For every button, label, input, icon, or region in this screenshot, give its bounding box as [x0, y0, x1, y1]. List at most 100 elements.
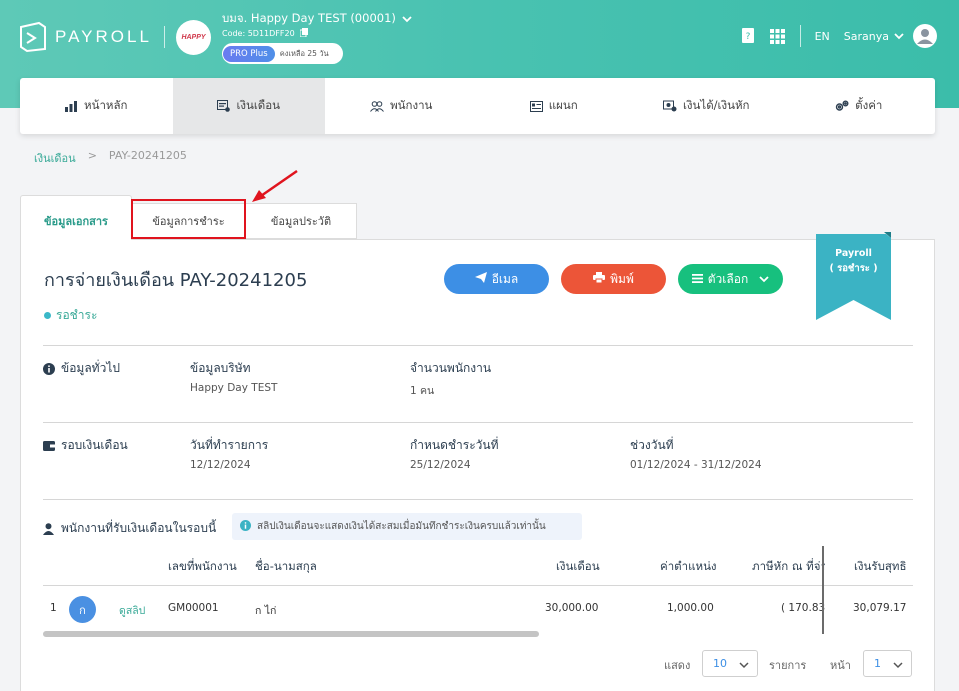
- payroll-period-label: รอบเงินเดือน: [43, 436, 128, 455]
- tab-history[interactable]: ข้อมูลประวัติ: [245, 203, 357, 239]
- breadcrumb-parent[interactable]: เงินเดือน: [34, 149, 76, 167]
- transaction-date-value: 12/12/2024: [190, 459, 251, 471]
- manual-book-icon[interactable]: ?: [740, 28, 756, 44]
- chevron-down-icon: [894, 30, 904, 43]
- nav-item-department[interactable]: แผนก: [478, 78, 631, 134]
- due-date-label: กำหนดชำระวันที่: [410, 438, 499, 452]
- apps-grid-icon[interactable]: [770, 28, 786, 44]
- status-badge: รอชำระ: [44, 306, 97, 325]
- employee-name: ก ไก่: [255, 605, 277, 617]
- employees-section-label: พนักงานที่รับเงินเดือนในรอบนี้: [43, 519, 216, 538]
- menu-icon: [691, 272, 703, 286]
- company-logo-text: HAPPY: [181, 34, 206, 41]
- nav-label: ตั้งค่า: [855, 98, 883, 112]
- document-card: การจ่ายเงินเดือน PAY-20241205 รอชำระ อีเ…: [20, 232, 935, 691]
- page-label: หน้า: [830, 659, 851, 672]
- header-right: ? EN Saranya: [726, 24, 937, 48]
- email-label: อีเมล: [491, 271, 519, 286]
- breadcrumb-current: PAY-20241205: [108, 149, 187, 162]
- nav-item-home[interactable]: หน้าหลัก: [20, 78, 173, 134]
- ribbon-status: ( รอชำระ ): [829, 263, 878, 274]
- company-name: บมจ. Happy Day TEST (00001): [222, 11, 396, 25]
- general-info-label: ข้อมูลทั่วไป: [43, 359, 120, 378]
- nav-item-income-deduction[interactable]: เงินได้/เงินหัก: [630, 78, 783, 134]
- net-pay-value: 30,079.17: [853, 602, 907, 614]
- header-divider: [799, 25, 801, 47]
- chevron-down-icon: [893, 659, 903, 672]
- print-label: พิมพ์: [610, 271, 634, 286]
- table-header-divider: [43, 585, 913, 586]
- position-pay-value: 1,000.00: [667, 602, 714, 614]
- payroll-icon: [217, 100, 231, 112]
- column-header-emp-no[interactable]: เลขที่พนักงาน: [168, 558, 237, 576]
- options-button[interactable]: ตัวเลือก: [678, 264, 783, 294]
- frozen-column-divider: [822, 546, 824, 634]
- plan-pill: PRO Plus คงเหลือ 25 วัน: [222, 43, 343, 64]
- breadcrumb: เงินเดือน > PAY-20241205: [34, 149, 187, 167]
- payroll-period-text: รอบเงินเดือน: [61, 438, 128, 452]
- view-slip-link[interactable]: ดูสลิป: [119, 602, 145, 619]
- tab-document-info[interactable]: ข้อมูลเอกสาร: [20, 195, 132, 240]
- employee-count-label: จำนวนพนักงาน: [410, 361, 492, 375]
- transaction-date-label: วันที่ทำรายการ: [190, 438, 269, 452]
- nav-label: พนักงาน: [390, 98, 433, 112]
- company-info-value: Happy Day TEST: [190, 382, 278, 394]
- chevron-down-icon: [402, 12, 412, 26]
- chevron-down-icon: [759, 272, 769, 286]
- employee-count-value: 1 คน: [410, 385, 435, 397]
- employees-section-text: พนักงานที่รับเงินเดือนในรอบนี้: [61, 521, 217, 535]
- wallet-icon: [43, 440, 55, 452]
- info-note-text: สลิปเงินเดือนจะแสดงเงินได้สะสมเมื่อมันทึ…: [257, 521, 546, 532]
- copy-icon[interactable]: [299, 28, 308, 39]
- nav-label: เงินได้/เงินหัก: [683, 98, 750, 112]
- column-header-salary[interactable]: เงินเดือน: [556, 558, 600, 576]
- user-avatar[interactable]: [913, 24, 937, 48]
- gears-icon: [835, 100, 849, 112]
- page-value: 1: [874, 657, 881, 670]
- options-label: ตัวเลือก: [707, 271, 749, 286]
- items-label: รายการ: [769, 659, 807, 672]
- bar-chart-icon: [65, 100, 78, 112]
- nav-label: เงินเดือน: [236, 98, 281, 112]
- horizontal-scrollbar[interactable]: [43, 631, 539, 637]
- company-code: Code: 5D11DFF20: [222, 28, 308, 39]
- page-select[interactable]: 1: [863, 650, 912, 677]
- nav-item-employees[interactable]: พนักงาน: [325, 78, 478, 134]
- user-menu[interactable]: Saranya: [844, 30, 904, 43]
- company-switcher[interactable]: บมจ. Happy Day TEST (00001): [222, 10, 412, 28]
- status-text: รอชำระ: [56, 308, 98, 322]
- ribbon-title: Payroll: [835, 248, 872, 259]
- email-button[interactable]: อีเมล: [444, 264, 549, 294]
- column-header-position-pay[interactable]: ค่าตำแหน่ง: [660, 558, 717, 576]
- row-index: 1: [50, 602, 57, 614]
- send-icon: [474, 272, 487, 286]
- nav-item-payroll[interactable]: เงินเดือน: [172, 78, 325, 134]
- company-logo[interactable]: HAPPY: [176, 20, 211, 55]
- per-page-select[interactable]: 10: [702, 650, 758, 677]
- user-name: Saranya: [843, 29, 889, 43]
- breadcrumb-separator: >: [87, 149, 97, 162]
- print-button[interactable]: พิมพ์: [561, 264, 666, 294]
- column-header-name[interactable]: ชื่อ-นามสกุล: [255, 558, 317, 576]
- divider: [43, 345, 913, 346]
- employee-avatar: ก: [69, 596, 96, 623]
- column-header-tax[interactable]: ภาษีหัก ณ ที่จ่า: [752, 558, 825, 576]
- app-name: PAYROLL: [55, 27, 152, 46]
- page-title: การจ่ายเงินเดือน PAY-20241205: [44, 270, 308, 291]
- per-page-value: 10: [713, 657, 727, 670]
- nav-label: แผนก: [548, 98, 578, 112]
- nav-item-settings[interactable]: ตั้งค่า: [783, 78, 936, 134]
- logo-divider: [163, 26, 165, 48]
- svg-text:?: ?: [745, 32, 750, 42]
- main-nav: หน้าหลัก เงินเดือน พนักงาน แผนก เงินได้/…: [20, 78, 935, 134]
- salary-value: 30,000.00: [545, 602, 599, 614]
- chevron-down-icon: [739, 659, 749, 672]
- app-logo[interactable]: PAYROLL: [19, 21, 165, 53]
- plan-badge: PRO Plus: [223, 45, 275, 62]
- company-code-text: Code: 5D11DFF20: [222, 29, 295, 38]
- user-icon: [43, 522, 55, 535]
- info-icon: [43, 362, 55, 375]
- language-switch[interactable]: EN: [815, 30, 830, 43]
- tax-value: ( 170.83: [781, 602, 825, 614]
- column-header-net[interactable]: เงินรับสุทธิ: [854, 558, 907, 576]
